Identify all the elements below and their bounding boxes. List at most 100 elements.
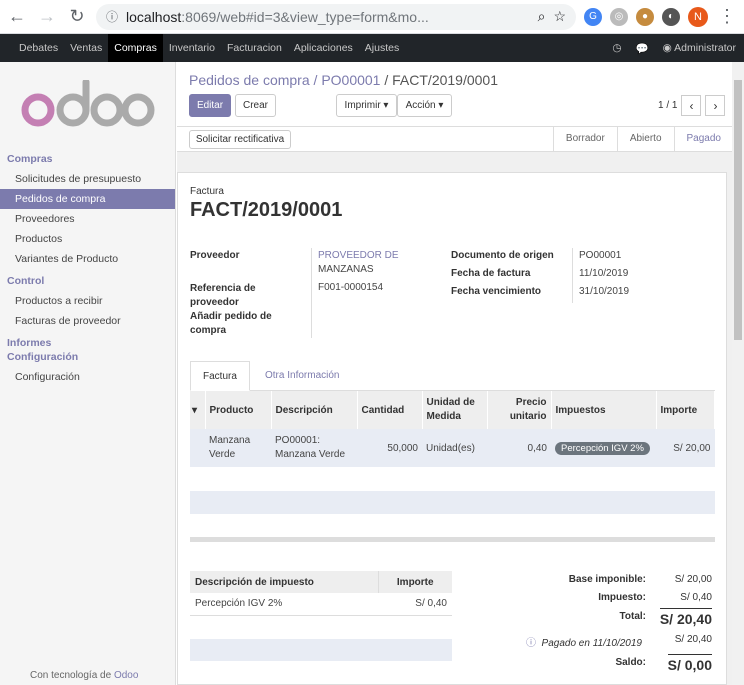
balance-label: Saldo:	[615, 657, 646, 668]
print-dropdown[interactable]: Imprimir ▾	[336, 94, 397, 117]
request-rectification-button[interactable]: Solicitar rectificativa	[189, 130, 291, 149]
back-icon[interactable]: ←	[6, 6, 28, 28]
sidebar-item-variantes[interactable]: Variantes de Producto	[0, 249, 175, 269]
breadcrumb-separator: /	[384, 72, 389, 88]
paid-value: S/ 20,40	[674, 634, 712, 645]
col-description[interactable]: Descripción	[271, 391, 358, 429]
menu-aplicaciones[interactable]: Aplicaciones	[288, 34, 359, 62]
tax-label: Impuesto:	[598, 592, 646, 603]
invoice-lines-table: ▾ Producto Descripción Cantidad Unidad d…	[190, 391, 715, 467]
extension-icon[interactable]: ◐	[662, 7, 680, 26]
translate-icon[interactable]: G	[584, 7, 602, 26]
vendor-ref-label: Referencia de proveedor	[190, 283, 256, 308]
date-value: 11/10/2019	[579, 268, 629, 279]
sort-icon[interactable]: ▾	[190, 391, 206, 429]
menu-icon[interactable]: ⋮	[716, 6, 738, 28]
stage-open: Abierto	[616, 127, 674, 151]
add-po-label: Añadir pedido de compra	[190, 311, 272, 336]
table-row[interactable]: Manzana Verde PO00001: Manzana Verde 50,…	[190, 429, 715, 467]
zoom-icon[interactable]: ⌕	[538, 8, 546, 25]
avatar[interactable]: N	[688, 6, 708, 27]
sidebar-item-facturas-proveedor[interactable]: Facturas de proveedor	[0, 311, 175, 331]
sidebar-item-proveedores[interactable]: Proveedores	[0, 209, 175, 229]
pager-prev-icon[interactable]: ‹	[681, 95, 702, 116]
pager-next-icon[interactable]: ›	[705, 95, 726, 116]
origin-label: Documento de origen	[451, 250, 554, 261]
user-menu[interactable]: ◉ Administrator	[663, 42, 736, 54]
star-icon[interactable]: ☆	[553, 8, 566, 25]
info-icon[interactable]: ⓘ	[526, 638, 536, 649]
url-host: localhost	[126, 8, 182, 25]
create-button[interactable]: Crear	[235, 94, 276, 117]
table-row: Percepción IGV 2% S/ 0,40	[190, 593, 452, 616]
total-value: S/ 20,40	[659, 608, 712, 627]
table-footer	[190, 537, 715, 542]
col-amount[interactable]: Importe	[656, 391, 715, 429]
paid-row: ⓘ Pagado en 11/10/2019	[526, 634, 642, 649]
status-bar: Solicitar rectificativa Borrador Abierto…	[177, 126, 733, 152]
menu-debates[interactable]: Debates	[13, 34, 64, 62]
sidebar-item-configuracion[interactable]: Configuración	[0, 367, 175, 387]
cookie-icon[interactable]: ●	[636, 7, 654, 26]
vendor-line1[interactable]: PROVEEDOR DE	[318, 250, 399, 261]
status-stages: Borrador Abierto Pagado	[552, 127, 733, 151]
section-compras: Compras	[7, 153, 53, 165]
line-product: Manzana Verde	[205, 429, 271, 467]
tax-row-amount: S/ 0,40	[378, 593, 452, 616]
col-qty[interactable]: Cantidad	[357, 391, 423, 429]
section-informes: Informes	[7, 337, 52, 349]
sidebar-item-solicitudes[interactable]: Solicitudes de presupuesto	[0, 169, 175, 189]
col-uom[interactable]: Unidad de Medida	[422, 391, 488, 429]
extension-icon[interactable]: ◎	[610, 7, 628, 26]
edit-button[interactable]: Editar	[189, 94, 231, 117]
empty-row	[190, 491, 715, 514]
scrollbar[interactable]	[732, 62, 744, 685]
tab-factura[interactable]: Factura	[190, 361, 250, 391]
tax-row-desc: Percepción IGV 2%	[190, 593, 378, 616]
main-menu-bar: Debates Ventas Compras Inventario Factur…	[0, 34, 744, 62]
tab-otra-informacion[interactable]: Otra Información	[253, 361, 351, 391]
info-icon[interactable]: ⓘ	[106, 8, 118, 25]
address-bar[interactable]: ⓘ localhost:8069/web#id=3&view_type=form…	[96, 3, 576, 30]
reload-icon[interactable]: ↻	[66, 6, 88, 28]
notebook-tabs: Factura Otra Información	[190, 357, 715, 391]
stage-draft: Borrador	[552, 127, 617, 151]
line-amount: S/ 20,00	[656, 429, 715, 467]
scrollbar-thumb[interactable]	[734, 80, 742, 340]
tax-col-desc: Descripción de impuesto	[190, 571, 378, 593]
form-sheet: Factura FACT/2019/0001 Proveedor PROVEED…	[177, 172, 727, 685]
tax-table: Descripción de impuesto Importe Percepci…	[190, 571, 452, 616]
section-control: Control	[7, 275, 45, 287]
sidebar-item-pedidos[interactable]: Pedidos de compra	[0, 189, 175, 209]
breadcrumb-po[interactable]: PO00001	[321, 72, 380, 88]
sidebar: Compras Solicitudes de presupuesto Pedid…	[0, 62, 176, 685]
activity-icon[interactable]: ◷	[612, 42, 621, 54]
powered-by[interactable]: Con tecnología de Odoo	[30, 670, 138, 681]
menu-inventario[interactable]: Inventario	[163, 34, 221, 62]
breadcrumb-pedidos[interactable]: Pedidos de compra	[189, 72, 310, 88]
sidebar-item-productos[interactable]: Productos	[0, 229, 175, 249]
user-name: Administrator	[674, 42, 736, 54]
breadcrumb: Pedidos de compra / PO00001 / FACT/2019/…	[189, 72, 498, 88]
col-taxes[interactable]: Impuestos	[551, 391, 657, 429]
menu-facturacion[interactable]: Facturacion	[221, 34, 288, 62]
menu-ajustes[interactable]: Ajustes	[359, 34, 405, 62]
forward-icon[interactable]: →	[36, 6, 58, 28]
sidebar-item-productos-recibir[interactable]: Productos a recibir	[0, 291, 175, 311]
action-dropdown[interactable]: Acción ▾	[397, 94, 452, 117]
total-label: Total:	[619, 611, 646, 622]
vendor-line2: MANZANAS	[318, 264, 374, 275]
section-configuracion: Configuración	[7, 351, 79, 363]
paid-label: Pagado en 11/10/2019	[541, 638, 642, 649]
base-label: Base imponible:	[568, 574, 646, 585]
menu-ventas[interactable]: Ventas	[64, 34, 108, 62]
menu-compras[interactable]: Compras	[108, 34, 163, 62]
chat-icon[interactable]: 💬	[636, 42, 649, 55]
line-uom: Unidad(es)	[422, 429, 487, 467]
col-product[interactable]: Producto	[205, 391, 272, 429]
invoice-number: FACT/2019/0001	[190, 199, 343, 221]
col-price[interactable]: Precio unitario	[487, 391, 552, 429]
empty-row	[190, 639, 452, 661]
odoo-logo[interactable]	[0, 62, 175, 147]
browser-toolbar: ← → ↻ ⓘ localhost:8069/web#id=3&view_typ…	[0, 0, 744, 34]
